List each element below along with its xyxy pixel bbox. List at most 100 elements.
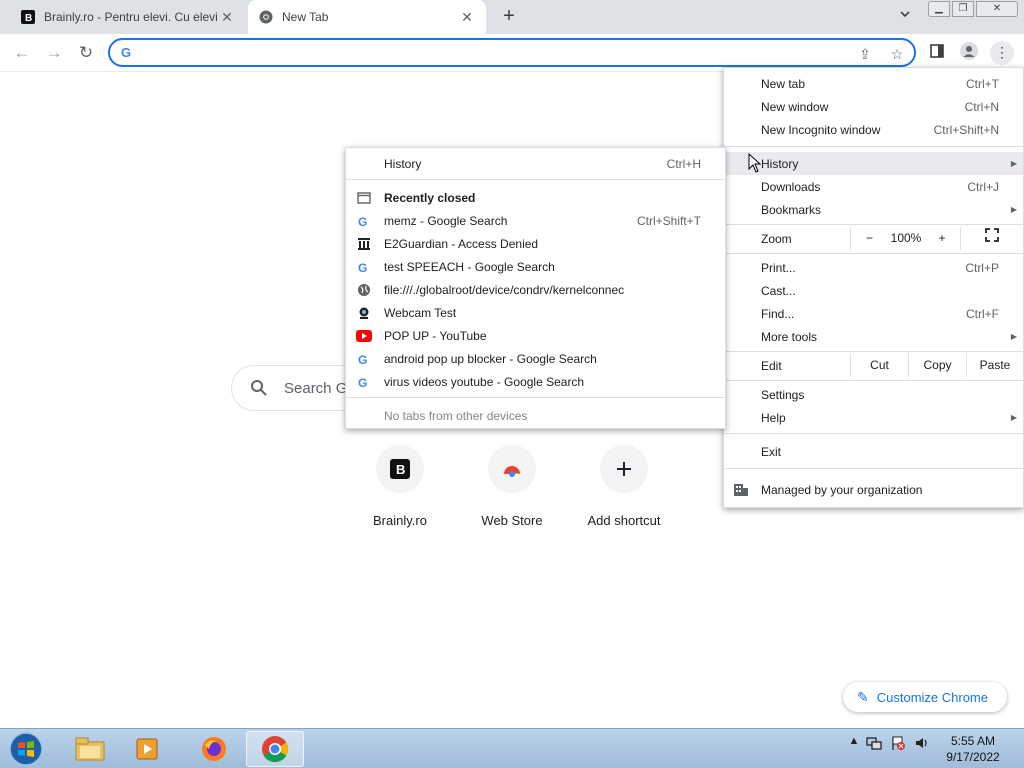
edit-label: Edit	[761, 359, 782, 373]
recent-item[interactable]: E2Guardian - Access Denied	[346, 232, 725, 255]
network-icon[interactable]	[866, 735, 882, 751]
action-center-flag-icon[interactable]	[890, 735, 906, 751]
google-icon: G	[356, 374, 372, 390]
side-panel-icon[interactable]	[926, 42, 948, 64]
start-button[interactable]	[6, 730, 46, 768]
menu-shortcut: Ctrl+P	[965, 260, 999, 275]
restore-button[interactable]: ❐	[952, 1, 974, 17]
google-icon: G	[356, 259, 372, 275]
taskbar-firefox[interactable]	[186, 731, 242, 767]
menu-divider	[724, 380, 1023, 381]
menu-shortcut: Ctrl+Shift+N	[933, 122, 999, 137]
menu-label: History	[761, 156, 799, 171]
recent-item[interactable]: G test SPEEACH - Google Search	[346, 255, 725, 278]
menu-item-new-window[interactable]: New window Ctrl+N	[724, 95, 1023, 118]
recent-item[interactable]: G android pop up blocker - Google Search	[346, 347, 725, 370]
history-label: Webcam Test	[384, 306, 457, 320]
menu-item-find[interactable]: Find... Ctrl+F	[724, 302, 1023, 325]
menu-divider	[724, 146, 1023, 147]
submenu-arrow-icon: ▶	[1010, 332, 1017, 341]
fullscreen-button[interactable]	[960, 227, 1023, 250]
shortcut-brainly[interactable]: B Brainly.ro	[350, 445, 450, 535]
tab-brainly[interactable]: B Brainly.ro - Pentru elevi. Cu elevi. ✕	[10, 0, 246, 34]
tab-title: Brainly.ro - Pentru elevi. Cu elevi.	[44, 10, 218, 24]
recent-item[interactable]: file:///./globalroot/device/condrv/kerne…	[346, 278, 725, 301]
address-input[interactable]	[142, 44, 842, 62]
share-icon[interactable]: ⇪	[856, 45, 874, 63]
history-item-full-history[interactable]: History Ctrl+H	[346, 152, 725, 175]
shortcut-add[interactable]: Add shortcut	[574, 445, 674, 535]
menu-shortcut: Ctrl+T	[966, 76, 999, 91]
forward-button[interactable]: →	[42, 41, 66, 65]
close-window-button[interactable]: ✕	[976, 1, 1018, 17]
omnibox[interactable]: G ⇪ ☆	[108, 38, 916, 67]
reload-button[interactable]: ↻	[74, 41, 98, 65]
menu-item-settings[interactable]: Settings	[724, 383, 1023, 406]
zoom-out-button[interactable]: −	[850, 227, 888, 250]
tab-search-chevron-icon[interactable]	[896, 8, 914, 26]
close-tab-icon[interactable]: ✕	[458, 8, 476, 26]
no-tabs-other-devices: No tabs from other devices	[346, 404, 725, 427]
recent-item[interactable]: Webcam Test	[346, 301, 725, 324]
customize-chrome-button[interactable]: ✎ Customize Chrome	[843, 682, 1007, 712]
bookmark-star-icon[interactable]: ☆	[888, 45, 906, 63]
menu-label: New tab	[761, 76, 806, 91]
menu-item-cast[interactable]: Cast...	[724, 279, 1023, 302]
cut-button[interactable]: Cut	[850, 354, 908, 377]
menu-item-help[interactable]: Help ▶	[724, 406, 1023, 429]
taskbar-chrome[interactable]	[246, 731, 304, 767]
show-hidden-icons-arrow-icon[interactable]: ▲	[846, 735, 862, 751]
web-store-icon	[488, 445, 536, 493]
minimize-button[interactable]: ▁	[928, 1, 950, 17]
taskbar-media-player[interactable]	[120, 731, 176, 767]
zoom-in-button[interactable]: +	[924, 227, 960, 250]
history-shortcut: Ctrl+Shift+T	[636, 214, 701, 228]
menu-item-new-tab[interactable]: New tab Ctrl+T	[724, 72, 1023, 95]
tab-new-tab[interactable]: New Tab ✕	[248, 0, 486, 34]
copy-button[interactable]: Copy	[908, 354, 966, 377]
shortcut-web-store[interactable]: Web Store	[462, 445, 562, 535]
google-icon: G	[356, 213, 372, 229]
menu-divider	[724, 468, 1023, 469]
new-tab-button[interactable]: +	[498, 6, 520, 28]
menu-item-downloads[interactable]: Downloads Ctrl+J	[724, 175, 1023, 198]
youtube-icon	[356, 328, 372, 344]
recent-item[interactable]: G memz - Google Search Ctrl+Shift+T	[346, 209, 725, 232]
volume-icon[interactable]	[914, 735, 930, 751]
windows-orb-icon	[9, 732, 43, 766]
chrome-menu-kebab-icon[interactable]: ⋮	[990, 41, 1014, 65]
menu-label: Downloads	[761, 179, 821, 194]
window-icon	[356, 190, 372, 206]
history-label: No tabs from other devices	[384, 409, 528, 423]
taskbar-explorer[interactable]	[62, 731, 118, 767]
menu-shortcut: Ctrl+J	[967, 179, 999, 194]
profile-avatar-icon[interactable]	[958, 42, 980, 64]
chrome-icon	[262, 736, 289, 763]
customize-label: Customize Chrome	[876, 689, 988, 705]
menu-item-more-tools[interactable]: More tools ▶	[724, 325, 1023, 348]
close-tab-icon[interactable]: ✕	[218, 8, 236, 26]
paste-button[interactable]: Paste	[966, 354, 1023, 377]
fullscreen-icon	[985, 228, 999, 242]
mouse-cursor-icon	[748, 153, 762, 173]
recent-item[interactable]: POP UP - YouTube	[346, 324, 725, 347]
shortcut-label: Add shortcut	[587, 513, 661, 528]
menu-item-managed[interactable]: Managed by your organization	[724, 478, 1023, 501]
menu-item-exit[interactable]: Exit	[724, 440, 1023, 463]
menu-item-print[interactable]: Print... Ctrl+P	[724, 256, 1023, 279]
brainly-icon: B	[376, 445, 424, 493]
history-label: POP UP - YouTube	[384, 329, 487, 343]
history-label: test SPEEACH - Google Search	[384, 260, 555, 274]
back-button[interactable]: ←	[10, 41, 34, 65]
recent-item[interactable]: G virus videos youtube - Google Search	[346, 370, 725, 393]
system-clock[interactable]: 5:55 AM 9/17/2022	[940, 733, 1006, 765]
menu-shortcut: Ctrl+F	[966, 306, 999, 321]
search-icon	[250, 379, 268, 397]
menu-item-history[interactable]: History ▶	[724, 152, 1023, 175]
menu-label: Cast...	[761, 283, 796, 298]
shortcut-label: Web Store	[481, 513, 543, 528]
menu-divider	[724, 253, 1023, 254]
menu-item-bookmarks[interactable]: Bookmarks ▶	[724, 198, 1023, 221]
menu-item-new-incognito[interactable]: New Incognito window Ctrl+Shift+N	[724, 118, 1023, 141]
tab-title: New Tab	[282, 10, 329, 24]
